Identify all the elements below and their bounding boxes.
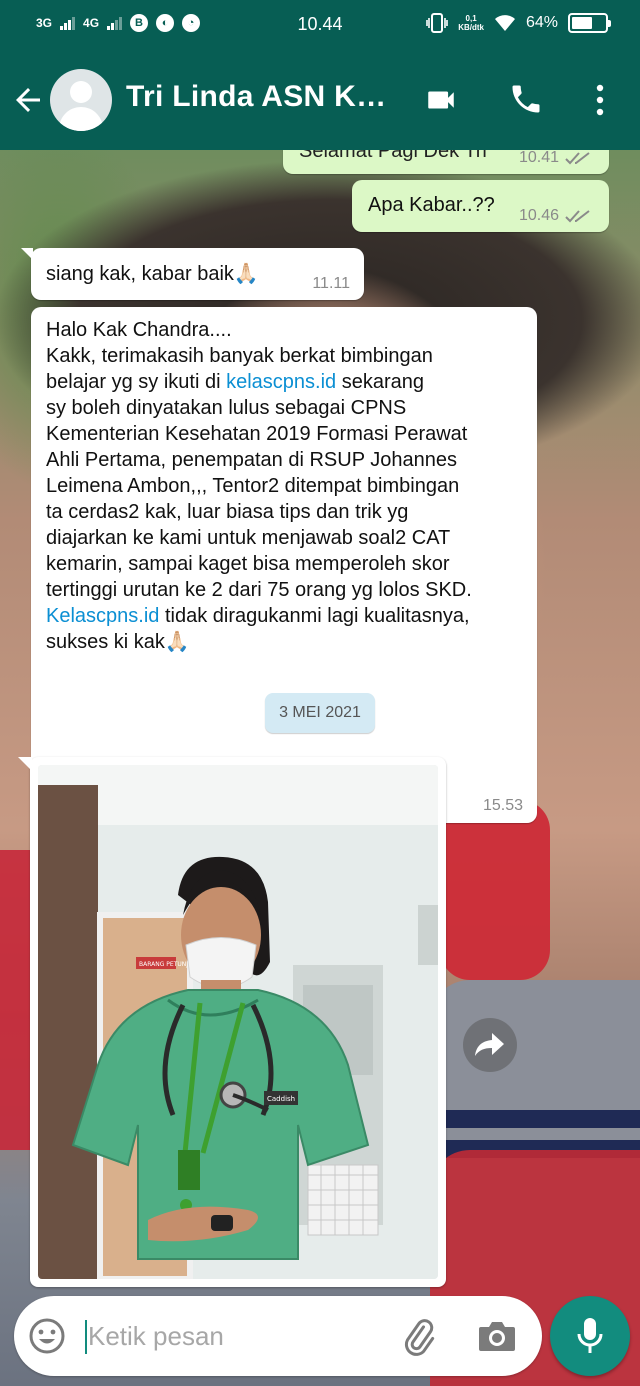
message-meta: 10.41 (519, 150, 595, 167)
message-text: Selamat Pagi Dek Tri (299, 150, 487, 162)
message-line: sy boleh dinyatakan lulus sebagai CPNS (46, 397, 407, 419)
double-check-icon (565, 152, 590, 165)
chat-area[interactable]: Selamat Pagi Dek Tri 10.41 Apa Kabar..??… (0, 150, 640, 1290)
photo-illustration: BARANG PETUNJUK Caddish (38, 765, 438, 1279)
bubble-tail (18, 757, 32, 771)
message-line: Leimena Ambon,,, Tentor2 ditempat bimbin… (46, 475, 460, 497)
message-time: 10.41 (518, 150, 559, 166)
voice-record-button[interactable] (550, 1296, 630, 1376)
contact-name[interactable]: Tri Linda ASN Ke... (126, 80, 396, 114)
message-bubble-outgoing[interactable]: Apa Kabar..?? 10.46 (352, 180, 609, 232)
message-bubble-outgoing[interactable]: Selamat Pagi Dek Tri 10.41 (283, 150, 609, 174)
text-cursor (85, 1320, 87, 1354)
speed-value: 0,1 (465, 14, 477, 23)
message-line: belajar yg sy ikuti di kelascpns.id seka… (46, 369, 530, 395)
bubble-tail (21, 248, 33, 260)
battery-icon (568, 13, 611, 33)
message-line-text: belajar yg sy ikuti di (46, 371, 227, 393)
status-bar: 3G 4G B ◐ ◔ 10.44 0,1 KB/dtk 64% (0, 0, 640, 50)
message-time: 11.11 (312, 275, 350, 292)
forward-button[interactable] (463, 1018, 517, 1072)
kelascpns-link[interactable]: kelascpns.id (226, 371, 336, 393)
message-line: tertinggi urutan ke 2 dari 75 orang yg l… (46, 579, 472, 601)
message-meta: 10.46 (519, 207, 595, 225)
message-input[interactable] (88, 1314, 388, 1358)
avatar-head (70, 81, 92, 103)
message-composer (14, 1296, 542, 1376)
message-line-text: tidak diragukanmi lagi kualitasnya, (159, 605, 470, 627)
message-text: siang kak, kabar baik🙏🏻 (46, 263, 259, 285)
date-divider: 3 MEI 2021 (265, 693, 375, 733)
message-bubble-incoming[interactable]: siang kak, kabar baik🙏🏻 11.11 (21, 248, 364, 300)
message-text: Halo Kak Chandra.... Kakk, terimakasih b… (46, 317, 530, 655)
image-message[interactable]: BARANG PETUNJUK Caddish (18, 757, 446, 1287)
phone-icon[interactable] (508, 81, 544, 117)
paperclip-icon[interactable] (398, 1316, 438, 1356)
message-line: Kakk, terimakasih banyak berkat bimbinga… (46, 345, 433, 367)
vibrate-icon (426, 13, 448, 33)
smiley-icon[interactable] (28, 1317, 66, 1355)
status-right: 0,1 KB/dtk 64% (426, 13, 611, 33)
message-line: sukses ki kak🙏🏻 (46, 631, 190, 653)
message-line: diajarkan ke kami untuk menjawab soal2 C… (46, 527, 451, 549)
message-bubble-incoming[interactable]: Halo Kak Chandra.... Kakk, terimakasih b… (31, 307, 537, 823)
kelascpns-link[interactable]: Kelascpns.id (46, 605, 159, 627)
wifi-icon (494, 15, 515, 31)
avatar[interactable] (50, 69, 112, 131)
message-meta: 11.11 (312, 275, 350, 293)
arrow-left-icon[interactable] (10, 82, 46, 118)
battery-percent: 64% (525, 14, 558, 31)
camera-icon[interactable] (477, 1318, 517, 1354)
forward-arrow-icon (475, 1033, 504, 1056)
double-check-icon (565, 210, 590, 223)
message-line: Kelascpns.id tidak diragukanmi lagi kual… (46, 603, 530, 629)
more-vertical-icon[interactable] (588, 81, 612, 119)
microphone-icon (577, 1318, 603, 1353)
message-line-text: sekarang (336, 371, 424, 393)
video-camera-icon[interactable] (422, 83, 460, 117)
avatar-body (59, 107, 103, 131)
speed-unit: KB/dtk (458, 23, 484, 32)
message-time: 15.53 (482, 797, 523, 814)
message-time: 10.46 (518, 207, 559, 224)
battery-level (572, 17, 593, 29)
message-line: kemarin, sampai kaget bisa memperoleh sk… (46, 553, 450, 575)
chat-header: Tri Linda ASN Ke... (0, 50, 640, 150)
name-badge-text: Caddish (267, 1095, 295, 1103)
message-line: ta cerdas2 kak, luar biasa tips dan trik… (46, 501, 409, 523)
message-line: Ahli Pertama, penempatan di RSUP Johanne… (46, 449, 457, 471)
network-speed: 0,1 KB/dtk (458, 14, 484, 32)
photo-nurse[interactable]: BARANG PETUNJUK Caddish (38, 765, 438, 1279)
message-line: Halo Kak Chandra.... (46, 319, 232, 341)
message-line: Kementerian Kesehatan 2019 Formasi Peraw… (46, 423, 468, 445)
message-meta: 15.53 (483, 797, 523, 815)
message-text: Apa Kabar..?? (368, 194, 495, 216)
